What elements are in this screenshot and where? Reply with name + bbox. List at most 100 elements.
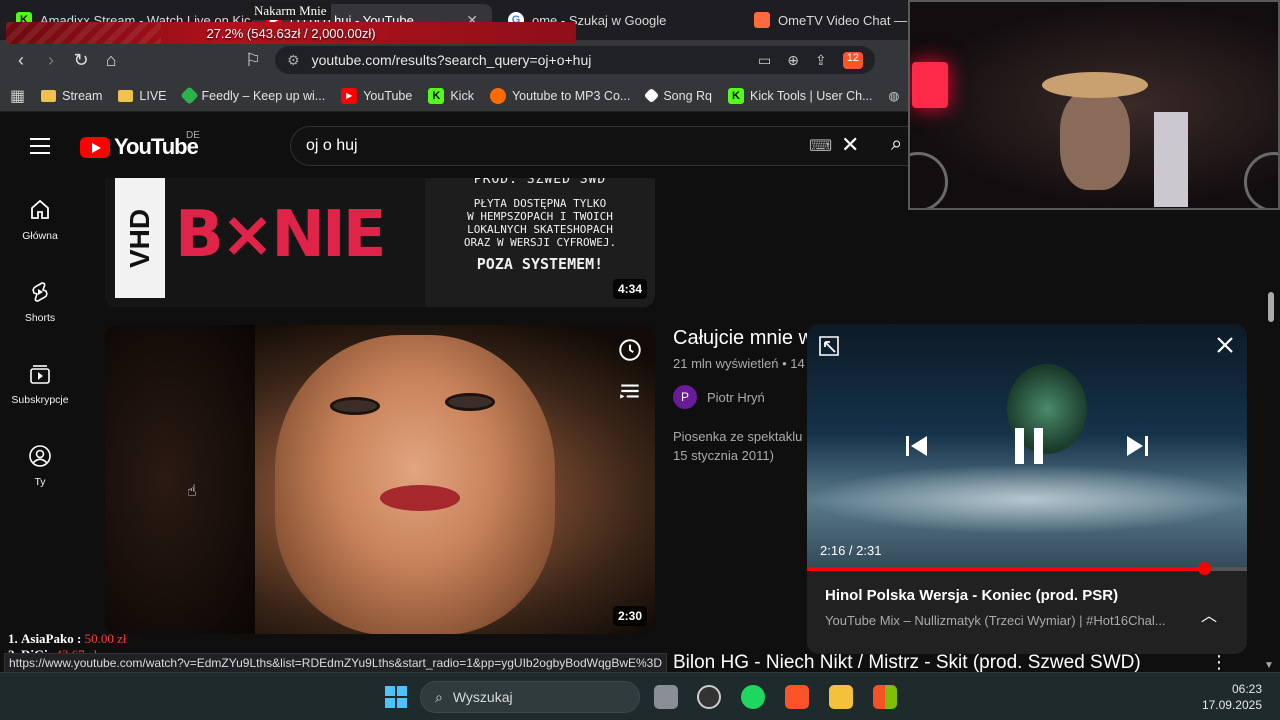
thumbnail-image bbox=[105, 325, 255, 634]
pause-icon[interactable] bbox=[1011, 426, 1047, 466]
clock-time: 06:23 bbox=[1231, 682, 1262, 696]
brave-icon[interactable] bbox=[785, 685, 809, 709]
shorts-icon bbox=[32, 282, 48, 302]
more-options-icon[interactable]: ⋮ bbox=[1210, 652, 1228, 673]
previous-icon[interactable] bbox=[903, 432, 931, 460]
sidebar-item-shorts[interactable]: Shorts bbox=[0, 280, 80, 324]
next-icon[interactable] bbox=[1123, 432, 1151, 460]
goal-text: 27.2% (543.63zł / 2,000.00zł) bbox=[206, 25, 376, 41]
bookmark-stream[interactable]: Stream bbox=[41, 89, 102, 103]
channel-link[interactable]: P Piotr Hryń bbox=[673, 385, 813, 409]
search-input[interactable]: oj o huj ⌨ ✕ ⌕ bbox=[290, 126, 910, 166]
cast-icon[interactable]: ▭ bbox=[758, 52, 771, 69]
sidebar-item-home[interactable]: Główna bbox=[0, 198, 80, 242]
video-meta: 21 mln wyświetleń • 14 bbox=[673, 356, 805, 371]
youtube-play-icon bbox=[80, 136, 110, 158]
miniplayer-video[interactable]: 2:16 / 2:31 bbox=[807, 324, 1247, 569]
brave-shield-icon[interactable]: 12 bbox=[842, 51, 863, 69]
bookmark-label: Song Rq bbox=[663, 88, 712, 103]
reload-icon[interactable]: ↻ bbox=[66, 50, 96, 71]
microsoft-store-icon[interactable] bbox=[873, 685, 897, 709]
thumbnail-poster-art: VHD B×NIE bbox=[105, 178, 425, 307]
bookmark-mp3[interactable]: Youtube to MP3 Co... bbox=[489, 87, 630, 104]
poster-line: ORAZ W WERSJI CYFROWEJ. bbox=[463, 236, 617, 249]
taskbar-search[interactable]: ⌕ Wyszukaj bbox=[420, 681, 640, 713]
clear-search-icon[interactable]: ✕ bbox=[841, 132, 859, 158]
bookmark-live[interactable]: LIVE bbox=[118, 89, 167, 103]
channel-name: Piotr Hryń bbox=[707, 389, 765, 405]
miniplayer-title[interactable]: Hinol Polska Wersja - Koniec (prod. PSR) bbox=[825, 587, 1118, 604]
folder-icon bbox=[41, 89, 57, 102]
windows-start-icon[interactable] bbox=[384, 685, 408, 709]
add-to-queue-icon[interactable] bbox=[617, 378, 643, 404]
poster-big-text: B×NIE bbox=[175, 198, 386, 272]
clock-date: 17.09.2025 bbox=[1201, 698, 1262, 712]
sidebar-label: Subskrypcje bbox=[11, 394, 69, 406]
globe-icon: ◍ bbox=[888, 89, 900, 103]
video-duration: 4:34 bbox=[612, 279, 647, 299]
tab-ometv[interactable]: OmeTV Video Chat — bbox=[740, 4, 910, 36]
celtic-knot-icon bbox=[1244, 152, 1278, 208]
bookmark-globe[interactable]: ◍ bbox=[889, 88, 900, 103]
bookmark-label: YouTube bbox=[363, 88, 413, 103]
search-value: oj o huj bbox=[306, 137, 358, 154]
search-icon: ⌕ bbox=[435, 688, 443, 705]
youtube-logo[interactable]: YouTube bbox=[80, 134, 199, 160]
obs-icon[interactable] bbox=[697, 685, 721, 709]
folder-icon bbox=[118, 89, 134, 102]
bookmark-kick-tools[interactable]: K Kick Tools | User Ch... bbox=[728, 87, 873, 104]
task-view-icon[interactable] bbox=[654, 685, 678, 709]
thumbnail-face bbox=[275, 335, 555, 634]
close-icon[interactable] bbox=[1215, 335, 1235, 355]
video-title[interactable]: Całujcie mnie w bbox=[673, 327, 813, 350]
bookmark-songrq[interactable]: Song Rq bbox=[644, 87, 712, 104]
spotify-icon[interactable] bbox=[741, 685, 765, 709]
playback-time: 2:16 / 2:31 bbox=[820, 543, 882, 558]
poster-line: LOKALNYCH SKATESHOPACH bbox=[467, 223, 613, 236]
zoom-icon[interactable]: ⊕ bbox=[787, 52, 799, 69]
video-thumbnail[interactable]: 2:30 ☝ bbox=[105, 325, 655, 634]
system-clock[interactable]: 06:23 17.09.2025 bbox=[1202, 681, 1262, 713]
scroll-down-icon[interactable]: ▼ bbox=[1264, 660, 1274, 671]
poster-side-text: VHD bbox=[115, 178, 165, 298]
poster-line: PROD. SZWED SWD bbox=[473, 178, 607, 187]
youtube-header: YouTube DE oj o huj ⌨ ✕ ⌕ bbox=[0, 112, 910, 178]
sidebar-label: Główna bbox=[22, 230, 58, 242]
thumbnail-lips bbox=[380, 485, 460, 511]
bookmark-label: Feedly – Keep up wi... bbox=[201, 88, 326, 103]
bookmark-youtube[interactable]: ▶ YouTube bbox=[341, 87, 413, 104]
bookmark-kick[interactable]: K Kick bbox=[428, 87, 474, 104]
forward-icon[interactable]: › bbox=[36, 50, 66, 71]
back-icon[interactable]: ‹ bbox=[6, 50, 36, 71]
sidebar-item-subscriptions[interactable]: Subskrypcje bbox=[0, 362, 80, 406]
apps-grid-icon[interactable]: ▦ bbox=[10, 86, 25, 106]
share-icon[interactable]: ⇪ bbox=[815, 52, 827, 69]
donor-row: 1. AsiaPako : 50.00 zł bbox=[8, 631, 126, 647]
goal-progress-fill bbox=[6, 22, 162, 44]
chevron-up-icon[interactable]: ︿ bbox=[1201, 602, 1217, 626]
video-title[interactable]: Bilon HG - Niech Nikt / Mistrz - Skit (p… bbox=[673, 652, 1141, 674]
bookmark-label: Stream bbox=[62, 88, 103, 103]
keyboard-icon[interactable]: ⌨ bbox=[809, 136, 832, 156]
search-icon[interactable]: ⌕ bbox=[891, 133, 902, 156]
ometv-icon bbox=[754, 12, 770, 28]
home-icon[interactable]: ⌂ bbox=[96, 50, 126, 71]
url-field[interactable]: ⚙ youtube.com/results?search_query=oj+o+… bbox=[275, 46, 875, 74]
scrollbar-thumb[interactable] bbox=[1268, 292, 1274, 322]
progress-handle[interactable] bbox=[1197, 562, 1211, 575]
miniplayer[interactable]: 2:16 / 2:31 Hinol Polska Wersja - Koniec… bbox=[807, 324, 1247, 654]
bookmark-icon[interactable]: ⚐ bbox=[238, 50, 268, 71]
watch-later-icon[interactable] bbox=[617, 337, 643, 363]
sidebar-item-you[interactable]: Ty bbox=[0, 444, 80, 488]
site-info-icon[interactable]: ⚙ bbox=[287, 52, 300, 69]
bookmark-feedly[interactable]: Feedly – Keep up wi... bbox=[179, 86, 326, 105]
kick-icon: K bbox=[728, 87, 744, 104]
bookmarks-bar: ▦ Stream LIVE Feedly – Keep up wi... ▶ Yo… bbox=[0, 80, 910, 112]
webcam-hat bbox=[1042, 72, 1148, 98]
expand-icon[interactable] bbox=[817, 334, 841, 358]
poster-line: POZA SYSTEMEM! bbox=[476, 255, 604, 273]
file-explorer-icon[interactable] bbox=[829, 685, 853, 709]
menu-icon[interactable] bbox=[30, 138, 50, 159]
progress-bar[interactable] bbox=[807, 562, 1247, 575]
video-thumbnail[interactable]: VHD B×NIE PROD. SZWED SWD PŁYTA DOSTĘPNA… bbox=[105, 178, 655, 307]
